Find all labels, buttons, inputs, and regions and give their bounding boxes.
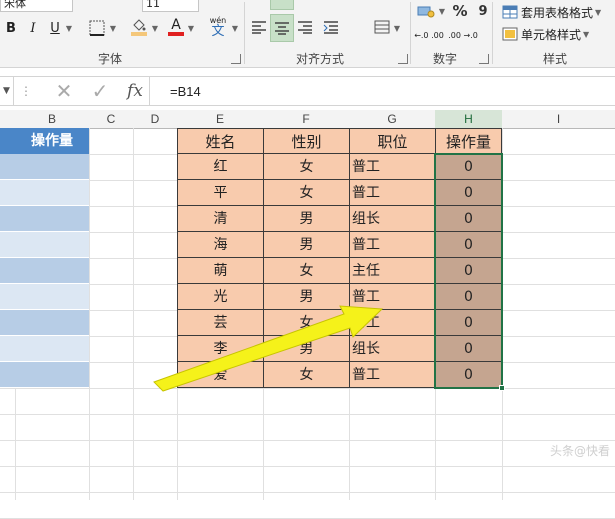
annotation-arrow bbox=[153, 305, 384, 392]
yellow-arrow-icon bbox=[153, 305, 384, 392]
